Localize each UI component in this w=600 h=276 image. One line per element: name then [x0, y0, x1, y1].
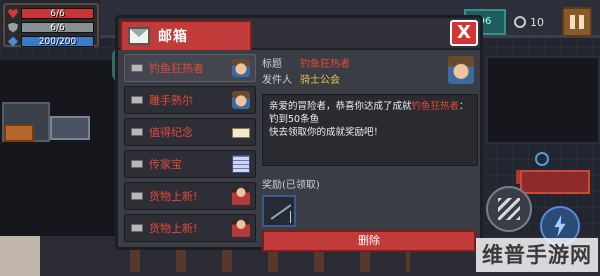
delete-button[interactable]: 删除: [262, 230, 476, 252]
claw-icon: [498, 198, 520, 220]
subject-value: 钓鱼狂热者: [300, 58, 350, 70]
envelope-icon: [131, 224, 143, 232]
attack-button[interactable]: [486, 186, 532, 232]
health-bar: 6/6: [21, 8, 94, 19]
mail-item-label: 雕手熟尔: [149, 94, 193, 107]
player-stats-panel: 6/6 6/6 200/200: [3, 3, 99, 47]
mail-item[interactable]: 钓鱼狂热者: [124, 54, 256, 82]
sender-value: 骑士公会: [300, 74, 340, 86]
rug: [0, 236, 40, 276]
mailbox-header: 邮箱 X: [118, 18, 480, 50]
mail-body: 亲爱的冒险者，恭喜你达成了成就钓鱼狂热者： 钓到50条鱼 快去领取你的成就奖励吧…: [262, 94, 478, 166]
mail-item[interactable]: 传家宝: [124, 150, 256, 178]
envelope-icon: [131, 128, 143, 136]
sender-row: 发件人 骑士公会: [262, 70, 478, 86]
interaction-marker-icon: [535, 152, 549, 166]
mail-item[interactable]: 雕手熟尔: [124, 86, 256, 114]
coin-count: 10: [530, 15, 544, 29]
body-prefix: 亲爱的冒险者，恭喜你达成了成就: [269, 101, 412, 112]
armor-stat: 6/6: [8, 21, 94, 34]
mail-item[interactable]: 货物上新!: [124, 182, 256, 210]
watermark: 维普手游网: [476, 238, 598, 272]
merchant-icon: [232, 187, 250, 205]
sender-key: 发件人: [262, 74, 292, 86]
lightning-icon: [554, 215, 566, 237]
note-icon: [232, 128, 250, 138]
energy-stat: 200/200: [8, 35, 94, 48]
mail-list: 钓鱼狂热者雕手熟尔值得纪念传家宝货物上新! 货物上新!: [124, 54, 256, 250]
sculptor-avatar-icon: [232, 91, 250, 109]
merchant-icon: [232, 219, 250, 237]
mail-body-line3: 快去领取你的成就奖励吧！: [269, 127, 384, 138]
treasure-chest: [4, 124, 34, 142]
picture-frame: [50, 116, 90, 140]
reward-slot[interactable]: [262, 195, 296, 227]
mail-item-label: 值得纪念: [149, 126, 193, 139]
pause-icon: [570, 15, 575, 29]
envelope-icon: [131, 96, 143, 104]
mail-item-label: 传家宝: [149, 158, 182, 171]
health-stat: 6/6: [8, 7, 94, 20]
mailbox-title-tab: 邮箱: [120, 20, 252, 50]
pots-row: [130, 250, 410, 272]
mailbox-dialog: 邮箱 X 钓鱼狂热者 雕手熟尔 值得纪念 传家宝 货物上新! 货物上新! 标题 钓鱼狂热者…: [115, 15, 483, 252]
mail-item[interactable]: 值得纪念: [124, 118, 256, 146]
mail-item[interactable]: 货物上新!: [124, 214, 256, 242]
energy-bar: 200/200: [21, 36, 94, 47]
mail-detail: 标题 钓鱼狂热者 发件人 骑士公会 亲爱的冒险者，恭喜你达成了成就钓鱼狂热者： …: [262, 54, 478, 252]
angler-avatar-icon: [232, 59, 250, 77]
subject-key: 标题: [262, 58, 282, 70]
close-button[interactable]: X: [450, 20, 478, 46]
armor-bar: 6/6: [21, 22, 94, 33]
energy-value: 200/200: [38, 37, 77, 47]
doorway: [486, 56, 600, 144]
envelope-icon: [131, 192, 143, 200]
calendar-icon: [232, 155, 250, 173]
shield-icon: [8, 22, 18, 33]
mail-body-line1: 亲爱的冒险者，恭喜你达成了成就钓鱼狂热者：: [269, 100, 471, 113]
envelope-icon: [131, 160, 143, 168]
envelope-icon: [131, 64, 143, 72]
mail-item-label: 钓鱼狂热者: [149, 62, 204, 75]
body-colon: ：: [459, 101, 469, 112]
armor-value: 6/6: [50, 23, 65, 33]
top-right-hud: 96 10: [464, 6, 600, 38]
subject-row: 标题 钓鱼狂热者: [262, 54, 478, 70]
vending-machine: [520, 170, 590, 194]
mailbox-title: 邮箱: [158, 29, 188, 45]
fishing-rod-icon: [270, 204, 292, 220]
sender-avatar-icon: [448, 56, 474, 84]
coin-icon: [514, 16, 526, 28]
mail-body-line2: 钓到50条鱼: [269, 114, 320, 125]
pause-button[interactable]: [562, 7, 592, 37]
reward-label: 奖励(已领取): [262, 180, 320, 191]
heart-icon: [8, 8, 18, 19]
energy-icon: [8, 36, 18, 47]
health-value: 6/6: [50, 9, 65, 19]
body-achievement: 钓鱼狂热者: [411, 101, 460, 112]
mail-item-label: 货物上新!: [149, 190, 198, 203]
mail-item-label: 货物上新!: [149, 222, 198, 235]
mail-icon: [128, 27, 150, 45]
